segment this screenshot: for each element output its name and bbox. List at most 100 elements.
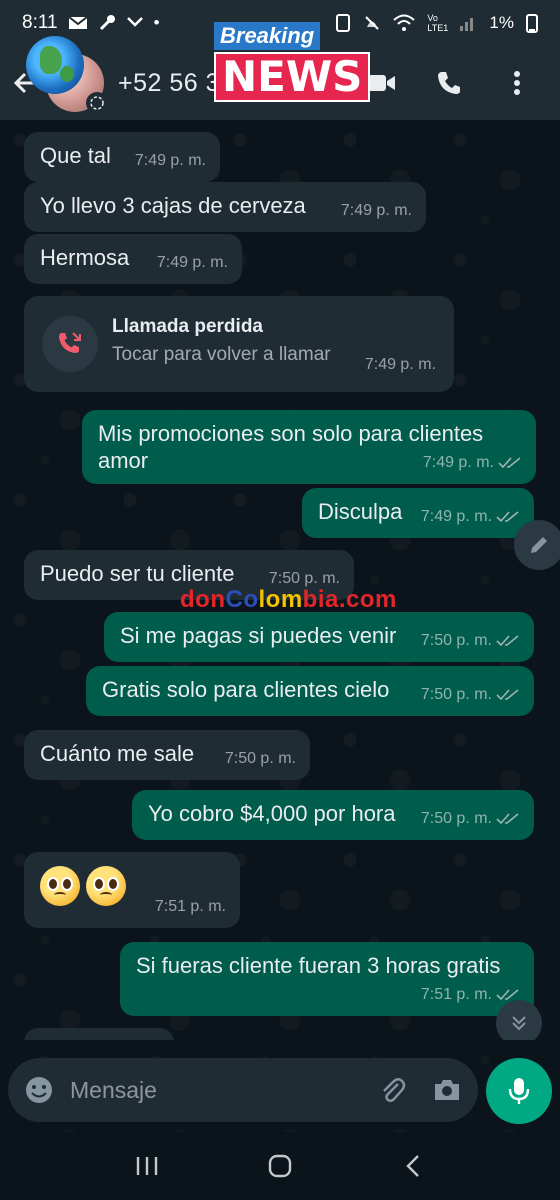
phone-icon — [438, 72, 460, 94]
pleading-face-icon — [86, 866, 126, 906]
message-time: 7:49 p. m. — [134, 152, 206, 169]
read-ticks-icon — [496, 634, 519, 646]
message-bubble-incoming[interactable]: Yo llevo 3 cajas de cerveza 7:49 p. m. — [24, 182, 426, 232]
status-ring-icon — [86, 92, 108, 114]
contact-name[interactable]: +52 56 3 — [118, 69, 220, 98]
signal-icon — [460, 18, 474, 31]
message-time: 7:49 p. m. — [364, 356, 436, 373]
read-ticks-icon — [498, 456, 521, 468]
message-time: 7:50 p. m. — [420, 632, 492, 649]
globe-overlay-icon — [26, 36, 84, 94]
back-nav-icon — [406, 1155, 420, 1177]
message-time-wrap: 7:50 p. m. — [421, 681, 520, 708]
emoji-icon[interactable] — [24, 1075, 54, 1105]
camera-icon[interactable] — [432, 1077, 462, 1103]
watermark-part-2: Co — [225, 586, 259, 613]
read-ticks-icon — [496, 510, 519, 522]
message-time: 7:51 p. m. — [154, 898, 226, 915]
message-time: 7:50 p. m. — [420, 686, 492, 703]
message-text: Yo cobro $4,000 por hora — [148, 801, 396, 826]
composer-actions — [378, 1076, 462, 1104]
message-input[interactable]: Mensaje — [70, 1077, 157, 1104]
watermark-part-1: don — [180, 586, 226, 613]
wifi-icon — [393, 14, 416, 31]
watermark-part-3: lom — [258, 586, 303, 613]
message-bubble-outgoing[interactable]: Disculpa 7:49 p. m. — [302, 488, 534, 538]
read-ticks-icon — [496, 688, 519, 700]
attach-icon[interactable] — [378, 1076, 406, 1104]
notification-icons: • — [67, 13, 160, 33]
mic-icon — [508, 1078, 530, 1104]
message-bubble-incoming[interactable]: Cuánto me sale 7:50 p. m. — [24, 730, 310, 780]
message-bubble-incoming[interactable]: Ok — [24, 1028, 174, 1040]
message-time: 7:51 p. m. — [420, 986, 492, 1003]
message-bubble-incoming[interactable]: Que tal 7:49 p. m. — [24, 132, 220, 182]
message-composer[interactable]: Mensaje — [8, 1058, 478, 1122]
battery-icon — [526, 14, 538, 33]
missed-call-card[interactable]: Llamada perdida Tocar para volver a llam… — [24, 296, 454, 392]
pleading-face-icon — [40, 866, 80, 906]
voice-record-button[interactable] — [486, 1058, 552, 1124]
message-text: Si me pagas si puedes venir — [120, 623, 397, 648]
message-bubble-outgoing[interactable]: Gratis solo para clientes cielo 7:50 p. … — [86, 666, 534, 716]
message-bubble-outgoing[interactable]: Yo cobro $4,000 por hora 7:50 p. m. — [132, 790, 534, 840]
message-bubble-outgoing[interactable]: Mis promociones son solo para clientes a… — [82, 410, 536, 484]
message-time: 7:49 p. m. — [156, 254, 228, 271]
battery-label: 1% — [489, 13, 514, 32]
status-right: Vo LTE1 1% — [335, 13, 538, 33]
more-vert-icon — [514, 71, 520, 95]
message-time: 7:50 p. m. — [420, 810, 492, 827]
chat-area[interactable]: Que tal 7:49 p. m. Yo llevo 3 cajas de c… — [0, 120, 560, 1040]
missed-call-subtitle: Tocar para volver a llamar — [112, 344, 331, 365]
message-time: 7:50 p. m. — [224, 750, 296, 767]
home-icon — [268, 1154, 292, 1178]
message-bubble-incoming[interactable]: Hermosa 7:49 p. m. — [24, 234, 242, 284]
message-bubble-incoming[interactable]: 7:51 p. m. — [24, 852, 240, 928]
message-text: Cuánto me sale — [40, 741, 195, 766]
message-text: Disculpa — [318, 499, 403, 524]
scroll-down-icon — [512, 1016, 526, 1031]
message-time-wrap: 7:50 p. m. — [421, 627, 520, 654]
message-time-wrap: 7:49 p. m. — [423, 449, 522, 476]
mail-icon — [67, 16, 88, 29]
message-text: Puedo ser tu cliente — [40, 561, 235, 586]
message-text: Si fueras cliente fueran 3 horas gratis — [136, 953, 501, 978]
header-actions — [364, 66, 560, 100]
dot-icon: • — [153, 13, 160, 32]
missed-call-title: Llamada perdida — [112, 316, 263, 337]
watermark-part-4: bia.com — [302, 586, 397, 613]
carrier-label: Vo LTE1 — [427, 13, 449, 33]
missed-call-icon — [59, 332, 81, 353]
wrench-icon — [99, 15, 115, 31]
badge-bottom-text: NEWS — [214, 52, 371, 102]
badge-top-text: Breaking — [214, 22, 321, 50]
recents-icon — [136, 1157, 157, 1175]
missed-call-status-icon — [126, 17, 143, 27]
watermark: donColombia.com — [180, 586, 397, 614]
read-ticks-icon — [496, 812, 519, 824]
message-bubble-outgoing[interactable]: Si me pagas si puedes venir 7:50 p. m. — [104, 612, 534, 662]
recents-button[interactable] — [127, 1146, 167, 1186]
message-text: Hermosa — [40, 245, 130, 270]
system-nav-bar — [0, 1132, 560, 1200]
message-time-wrap: 7:50 p. m. — [421, 805, 520, 832]
message-text: Gratis solo para clientes cielo — [102, 677, 390, 702]
message-text: Yo llevo 3 cajas de cerveza — [40, 193, 306, 218]
message-bubble-outgoing[interactable]: Si fueras cliente fueran 3 horas gratis … — [120, 942, 534, 1016]
pencil-icon — [531, 537, 547, 553]
message-text: Ok — [40, 1039, 68, 1040]
more-options-button[interactable] — [500, 66, 534, 100]
scroll-to-bottom-button[interactable] — [496, 1000, 542, 1040]
message-time: 7:49 p. m. — [420, 508, 492, 525]
message-text: Que tal — [40, 143, 111, 168]
mute-icon — [365, 16, 380, 30]
home-button[interactable] — [260, 1146, 300, 1186]
missed-call-icon-wrap — [42, 316, 98, 372]
message-time-wrap: 7:49 p. m. — [421, 503, 520, 530]
status-time: 8:11 — [22, 12, 58, 33]
edit-fab[interactable] — [514, 520, 560, 570]
breaking-news-badge: Breaking NEWS — [210, 22, 371, 102]
message-time: 7:49 p. m. — [422, 454, 494, 471]
back-nav-button[interactable] — [393, 1146, 433, 1186]
voice-call-button[interactable] — [432, 66, 466, 100]
